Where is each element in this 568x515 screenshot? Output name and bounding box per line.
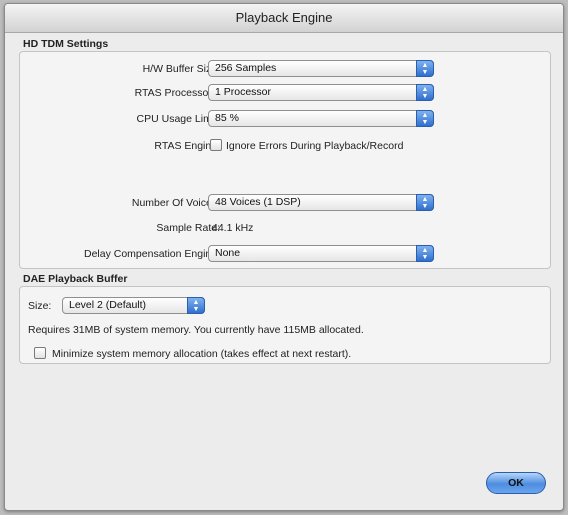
hw-buffer-label: H/W Buffer Size: [142,63,220,75]
sample-rate-label: Sample Rate: [156,222,220,234]
buffer-size-value: Level 2 (Default) [69,299,147,311]
popup-arrows-icon: ▲ ▼ [416,60,434,77]
dae-buffer-section-label: DAE Playback Buffer [23,273,128,285]
cpu-limit-popup[interactable]: 85 % ▲ ▼ [208,110,434,127]
size-label: Size: [28,300,52,312]
popup-arrows-icon: ▲ ▼ [416,84,434,101]
rtas-processors-popup[interactable]: 1 Processor ▲ ▼ [208,84,434,101]
memory-note: Requires 31MB of system memory. You curr… [28,324,364,336]
popup-arrows-icon: ▲ ▼ [416,194,434,211]
window-title: Playback Engine [5,4,563,33]
voices-value: 48 Voices (1 DSP) [215,196,301,208]
cpu-limit-label: CPU Usage Limit: [136,113,220,125]
buffer-size-popup[interactable]: Level 2 (Default) ▲ ▼ [62,297,205,314]
rtas-processors-value: 1 Processor [215,86,272,98]
delay-comp-value: None [215,247,241,259]
playback-engine-dialog: Playback Engine HD TDM Settings H/W Buff… [4,3,564,511]
ok-button[interactable]: OK [486,472,546,494]
popup-arrows-icon: ▲ ▼ [416,110,434,127]
ignore-errors-checkbox[interactable] [210,139,222,151]
rtas-engine-label: RTAS Engine: [154,140,220,152]
voices-label: Number Of Voices: [131,197,220,209]
hw-buffer-popup[interactable]: 256 Samples ▲ ▼ [208,60,434,77]
hw-buffer-value: 256 Samples [215,62,277,74]
minimize-memory-label: Minimize system memory allocation (takes… [52,348,352,360]
sample-rate-value: 44.1 kHz [212,222,254,234]
minimize-memory-checkbox[interactable] [34,347,46,359]
hd-tdm-section-label: HD TDM Settings [23,38,109,50]
popup-arrows-icon: ▲ ▼ [187,297,205,314]
delay-comp-popup[interactable]: None ▲ ▼ [208,245,434,262]
dae-buffer-group: Size: Level 2 (Default) ▲ ▼ Requires 31MB… [19,286,551,364]
ignore-errors-label: Ignore Errors During Playback/Record [226,140,404,152]
rtas-processors-label: RTAS Processors: [134,87,220,99]
popup-arrows-icon: ▲ ▼ [416,245,434,262]
delay-comp-label: Delay Compensation Engine: [84,248,220,260]
hd-tdm-group: H/W Buffer Size: 256 Samples ▲ ▼ RTAS Pro… [19,51,551,269]
cpu-limit-value: 85 % [215,112,239,124]
voices-popup[interactable]: 48 Voices (1 DSP) ▲ ▼ [208,194,434,211]
